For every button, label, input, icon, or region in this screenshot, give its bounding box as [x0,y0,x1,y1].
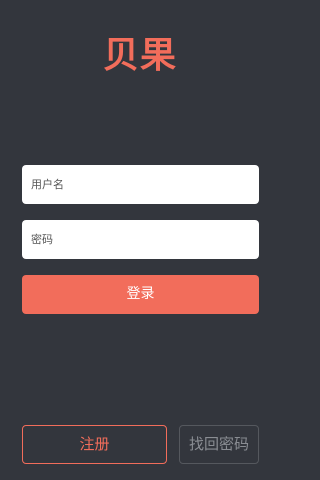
username-input[interactable] [22,165,259,204]
app-logo: 贝果 [102,35,177,76]
password-input[interactable] [22,220,259,259]
login-button[interactable]: 登录 [22,275,259,314]
forgot-password-button[interactable]: 找回密码 [179,425,259,464]
register-button[interactable]: 注册 [22,425,167,464]
